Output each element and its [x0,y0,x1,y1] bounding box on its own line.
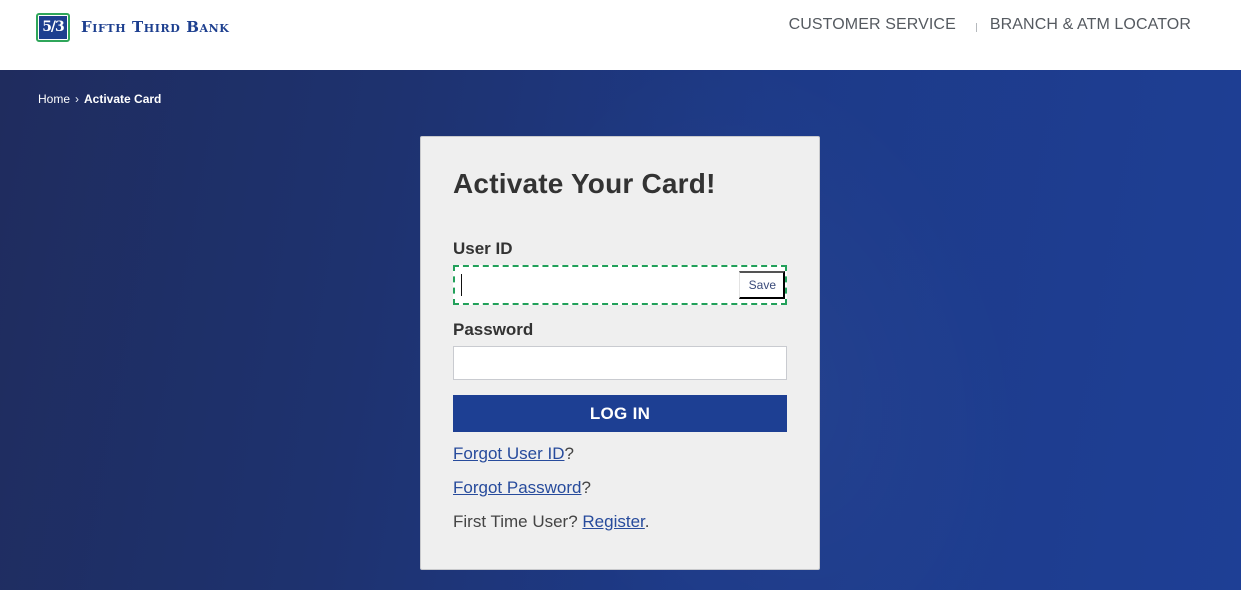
forgot-user-id-row: Forgot User ID? [453,444,787,478]
chevron-right-icon: › [75,92,80,106]
fifth-third-logo-icon: 5/3 [36,12,70,42]
forgot-password-link[interactable]: Forgot Password [453,478,582,497]
nav-branch-atm-locator[interactable]: BRANCH & ATM LOCATOR [990,16,1191,34]
nav-divider [975,22,977,32]
hero-section: Home › Activate Card Activate Your Card!… [0,70,1241,590]
first-time-user-text: First Time User? [453,512,583,531]
user-id-label: User ID [453,239,513,258]
register-row: First Time User? Register. [453,512,787,546]
register-suffix: . [644,512,650,531]
logo-link[interactable]: 5/3 Fifth Third Bank [36,12,229,42]
register-link[interactable]: Register [582,512,644,531]
password-label: Password [453,320,534,339]
page-title: Activate Your Card! [453,168,716,199]
save-user-id-button[interactable]: Save [738,271,785,299]
nav-customer-service[interactable]: CUSTOMER SERVICE [789,16,956,34]
forgot-user-id-link[interactable]: Forgot User ID [453,444,564,463]
logo-text: Fifth Third Bank [81,18,230,36]
text-cursor [461,274,462,296]
breadcrumb-home[interactable]: Home [38,92,70,106]
forgot-user-id-suffix: ? [564,444,574,463]
forgot-password-row: Forgot Password? [453,478,787,512]
user-id-field-wrapper: Save [453,265,787,305]
top-nav: CUSTOMER SERVICE BRANCH & ATM LOCATOR [789,16,1191,34]
breadcrumb-current: Activate Card [84,92,162,106]
logo-mark-text: 5/3 [39,15,67,39]
breadcrumb: Home › Activate Card [38,92,161,106]
login-button[interactable]: LOG IN [453,395,787,432]
help-links: Forgot User ID? Forgot Password? First T… [453,444,787,546]
password-input[interactable] [453,346,787,380]
forgot-password-suffix: ? [581,478,591,497]
user-id-input[interactable] [455,267,739,303]
site-header: 5/3 Fifth Third Bank CUSTOMER SERVICE BR… [0,0,1241,70]
activate-card-form: Activate Your Card! User ID Save Passwor… [420,136,820,570]
